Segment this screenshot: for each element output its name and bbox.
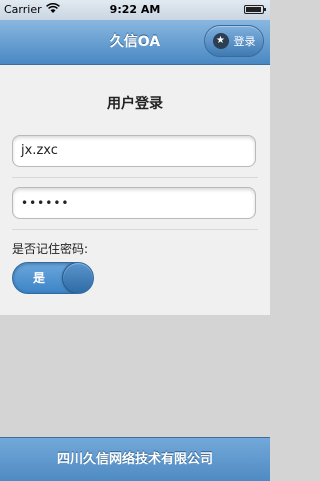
remember-password-toggle[interactable]: 是 [12, 262, 94, 294]
field-divider [12, 177, 258, 178]
toggle-on-label: 是 [33, 271, 46, 285]
page-title: 用户登录 [107, 96, 163, 112]
status-time: 9:22 AM [109, 3, 161, 16]
toggle-knob[interactable] [62, 263, 93, 293]
username-value: jx.zxc [21, 143, 58, 158]
field-divider [12, 229, 258, 230]
login-button-label: 登录 [233, 35, 256, 48]
login-form: 用户登录 jx.zxc •••••• 是否记住密码: 是 [0, 65, 270, 315]
star-icon: ★ [212, 33, 229, 49]
login-button[interactable]: ★ 登录 [204, 25, 264, 57]
status-bar: Carrier 9:22 AM [0, 0, 270, 20]
password-field[interactable]: •••••• [12, 187, 256, 219]
remember-password-label: 是否记住密码: [12, 242, 89, 256]
footer-company: 四川久信网络技术有限公司 [0, 437, 270, 481]
battery-icon [244, 5, 266, 14]
password-value: •••••• [21, 196, 70, 210]
app-header: 久信OA ★ 登录 [0, 20, 270, 65]
username-field[interactable]: jx.zxc [12, 135, 256, 167]
